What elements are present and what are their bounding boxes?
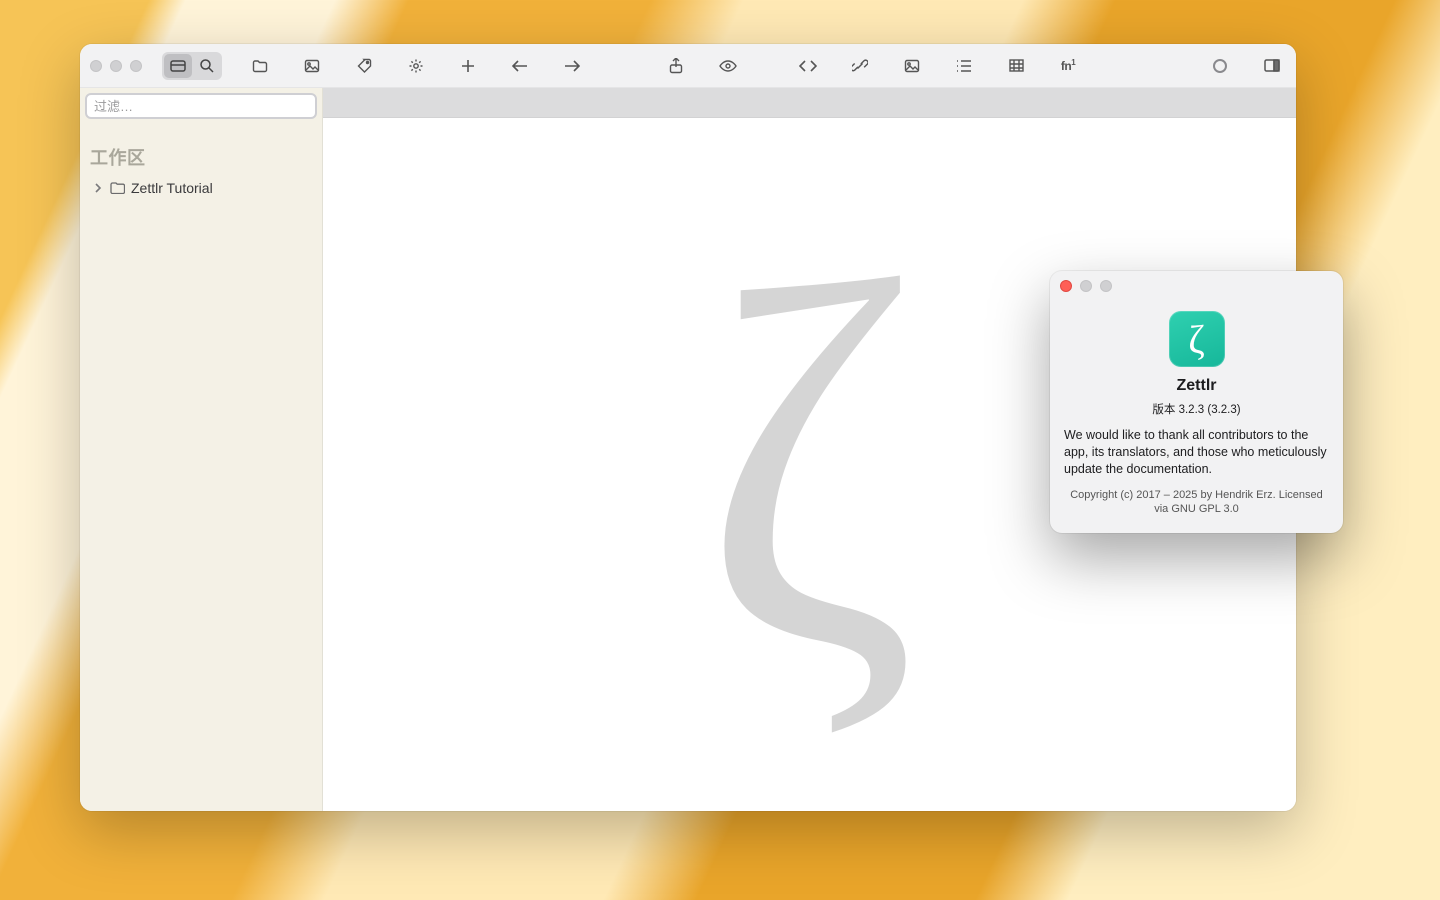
picture-icon (904, 59, 920, 73)
filter-input[interactable] (86, 94, 316, 118)
folder-icon (110, 182, 125, 194)
window-close-button[interactable] (90, 60, 102, 72)
app-thanks-text: We would like to thank all contributors … (1064, 427, 1329, 478)
watermark-logo: ζ (702, 258, 917, 674)
tab-strip[interactable] (323, 88, 1296, 118)
arrow-right-icon (564, 60, 580, 72)
app-version-label: 版本 3.2.3 (3.2.3) (1064, 401, 1329, 417)
image-icon (304, 59, 320, 73)
list-icon (956, 59, 972, 73)
tree-item-zettlr-tutorial[interactable]: Zettlr Tutorial (80, 176, 322, 200)
window-zoom-button[interactable] (130, 60, 142, 72)
window-minimize-button[interactable] (110, 60, 122, 72)
plus-icon (461, 59, 475, 73)
sidebar: 工作区 Zettlr Tutorial (80, 88, 323, 811)
insert-image-button[interactable] (898, 52, 926, 80)
nav-back-button[interactable] (506, 52, 534, 80)
pomodoro-button[interactable] (1206, 52, 1234, 80)
traffic-lights (90, 60, 142, 72)
app-icon: ζ (1169, 311, 1225, 367)
eye-icon (719, 60, 737, 72)
insert-footnote-button[interactable]: fn1 (1054, 52, 1082, 80)
toggle-preview-button[interactable] (714, 52, 742, 80)
titlebar: fn1 (80, 44, 1296, 88)
file-tree-icon (170, 59, 186, 73)
tag-icon (357, 58, 372, 73)
link-icon (852, 58, 868, 74)
nav-forward-button[interactable] (558, 52, 586, 80)
new-file-button[interactable] (454, 52, 482, 80)
panel-right-icon (1264, 59, 1280, 72)
export-button[interactable] (662, 52, 690, 80)
circle-icon (1213, 59, 1227, 73)
filter-wrap (80, 88, 322, 126)
gear-icon (408, 58, 424, 74)
insert-table-button[interactable] (1002, 52, 1030, 80)
workspace-section-label: 工作区 (80, 126, 322, 176)
code-icon (799, 60, 817, 72)
insert-link-button[interactable] (846, 52, 874, 80)
about-body: ζ Zettlr 版本 3.2.3 (3.2.3) We would like … (1050, 301, 1343, 533)
about-window: ζ Zettlr 版本 3.2.3 (3.2.3) We would like … (1050, 271, 1343, 533)
search-icon (199, 58, 214, 73)
folder-open-icon (252, 59, 268, 73)
file-tree-toggle[interactable] (164, 54, 192, 78)
about-titlebar (1050, 271, 1343, 301)
tree-item-label: Zettlr Tutorial (131, 180, 213, 196)
app-name-label: Zettlr (1064, 377, 1329, 395)
about-minimize-button[interactable] (1080, 280, 1092, 292)
insert-code-button[interactable] (794, 52, 822, 80)
toggle-sidebar-button[interactable] (1258, 52, 1286, 80)
about-zoom-button[interactable] (1100, 280, 1112, 292)
table-icon (1009, 59, 1024, 72)
share-icon (669, 58, 683, 74)
chevron-right-icon (94, 183, 104, 193)
view-mode-segment (162, 52, 222, 80)
insert-tasklist-button[interactable] (950, 52, 978, 80)
settings-button[interactable] (402, 52, 430, 80)
open-folder-button[interactable] (246, 52, 274, 80)
footnote-icon: fn1 (1061, 58, 1075, 73)
global-search-toggle[interactable] (192, 54, 220, 78)
arrow-left-icon (512, 60, 528, 72)
about-close-button[interactable] (1060, 280, 1072, 292)
app-copyright-text: Copyright (c) 2017 – 2025 by Hendrik Erz… (1064, 488, 1329, 518)
stats-button[interactable] (298, 52, 326, 80)
tags-button[interactable] (350, 52, 378, 80)
